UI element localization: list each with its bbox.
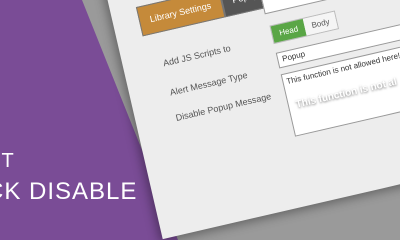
add-js-label: Add JS Scripts to xyxy=(162,43,232,69)
settings-panel: Library Settings Popup Se ▾ Add JS Scrip… xyxy=(102,0,400,240)
head-option[interactable]: Head xyxy=(270,18,307,43)
js-location-toggle[interactable]: Head Body xyxy=(269,10,340,45)
alert-type-label: Alert Message Type xyxy=(168,69,249,98)
tab-library-settings[interactable]: Library Settings xyxy=(135,0,225,37)
brand-title-line1: HT xyxy=(0,150,15,172)
screenshot-wrap: Library Settings Popup Se ▾ Add JS Scrip… xyxy=(84,0,400,240)
body-option[interactable]: Body xyxy=(302,11,339,36)
alert-type-value: Popup xyxy=(281,49,306,64)
disable-message-label: Disable Popup Message xyxy=(174,91,273,123)
